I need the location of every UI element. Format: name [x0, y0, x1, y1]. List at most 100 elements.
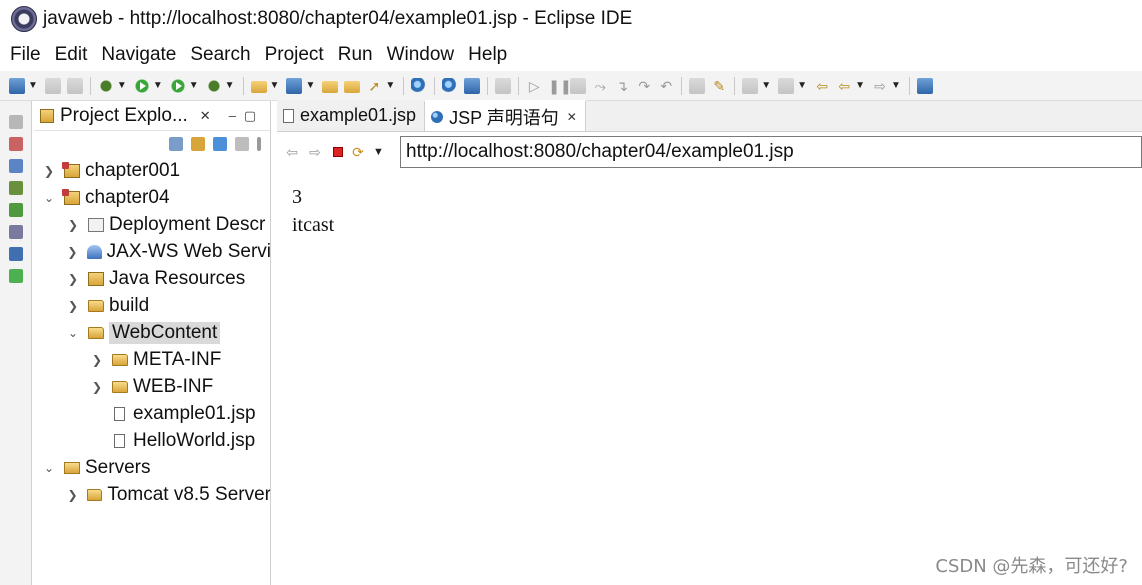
chevron-down-icon[interactable]: ⌄	[66, 326, 80, 340]
new-class-icon[interactable]	[286, 77, 303, 94]
chevron-right-icon[interactable]: ❯	[66, 272, 80, 286]
tree-item-chapter04[interactable]: ⌄ chapter04	[34, 184, 270, 211]
stop-icon[interactable]	[333, 147, 343, 157]
forward-dropdown-icon[interactable]: ▼	[891, 80, 901, 91]
resume-icon[interactable]: ▷	[526, 78, 542, 94]
servers-view-icon[interactable]	[8, 269, 23, 283]
properties-icon[interactable]	[8, 225, 23, 239]
skip-breakpoints-icon[interactable]	[495, 77, 512, 94]
external-tools-dropdown-icon[interactable]: ▼	[225, 80, 235, 91]
task-dropdown-icon[interactable]: ▼	[385, 80, 395, 91]
open-task-icon[interactable]: ➚	[366, 78, 382, 94]
coverage-dropdown-icon[interactable]: ▼	[189, 80, 199, 91]
menu-help[interactable]: Help	[461, 44, 514, 66]
next-annotation-dropdown-icon[interactable]: ▼	[761, 80, 771, 91]
open-resource-icon[interactable]	[344, 80, 361, 93]
minimize-maximize-icon[interactable]: –▢	[229, 108, 265, 124]
chevron-right-icon[interactable]: ❯	[66, 245, 79, 259]
step-return-icon[interactable]: ↶	[658, 78, 674, 94]
open-web-browser-icon[interactable]	[442, 77, 459, 94]
new-dropdown-icon[interactable]: ▼	[28, 80, 38, 91]
suspend-icon[interactable]: ❚❚	[548, 78, 571, 94]
close-icon[interactable]: ✕	[567, 110, 577, 124]
open-type-icon[interactable]	[322, 80, 339, 93]
back-icon[interactable]: ⇦	[836, 78, 852, 94]
new-class-dropdown-icon[interactable]: ▼	[305, 80, 315, 91]
toggle-comment-icon[interactable]	[689, 77, 706, 94]
run-dropdown-icon[interactable]: ▼	[153, 80, 163, 91]
menu-window[interactable]: Window	[380, 44, 462, 66]
type-hierarchy-icon[interactable]	[8, 181, 23, 195]
open-perspective-icon[interactable]	[916, 77, 933, 94]
forward-arrow-icon[interactable]: ⇨	[307, 144, 323, 160]
chevron-right-icon[interactable]: ❯	[42, 164, 56, 178]
package-explorer-icon[interactable]	[8, 137, 23, 151]
forward-icon[interactable]: ⇨	[872, 78, 888, 94]
tree-item-deployment-descriptor[interactable]: ❯ Deployment Descr	[34, 211, 270, 238]
back-arrow-icon[interactable]: ⇦	[284, 144, 300, 160]
menu-navigate[interactable]: Navigate	[94, 44, 183, 66]
menu-search[interactable]: Search	[183, 44, 257, 66]
focus-icon[interactable]	[235, 137, 249, 151]
back-dropdown-icon[interactable]: ▼	[855, 80, 865, 91]
last-edit-location-icon[interactable]: ⇦	[814, 78, 830, 94]
new-java-project-icon[interactable]	[250, 80, 267, 93]
terminate-icon[interactable]	[570, 77, 587, 94]
project-explorer-tab[interactable]: Project Explo... ✕ –▢	[34, 101, 270, 131]
previous-annotation-dropdown-icon[interactable]: ▼	[797, 80, 807, 91]
tree-item-tomcat-server[interactable]: ❯ Tomcat v8.5 Server	[34, 481, 270, 508]
tree-item-web-inf[interactable]: ❯ WEB-INF	[34, 373, 270, 400]
tree-item-servers[interactable]: ⌄ Servers	[34, 454, 270, 481]
tree-item-example01-jsp[interactable]: example01.jsp	[34, 400, 270, 427]
toggle-mark-icon[interactable]: ✎	[711, 78, 727, 94]
tree-item-build[interactable]: ❯ build	[34, 292, 270, 319]
tab-jsp-declaration[interactable]: JSP 声明语句 ✕	[424, 100, 586, 131]
disconnect-icon[interactable]: ⤳	[592, 78, 608, 94]
filter-icon[interactable]	[213, 137, 227, 151]
coverage-icon[interactable]	[169, 77, 186, 94]
tree-item-jax-ws[interactable]: ❯ JAX-WS Web Servi	[34, 238, 270, 265]
chevron-right-icon[interactable]: ❯	[66, 299, 80, 313]
restore-icon[interactable]	[8, 115, 23, 129]
console-icon[interactable]	[464, 77, 481, 94]
chevron-down-icon[interactable]: ⌄	[42, 461, 56, 475]
debug-icon[interactable]	[97, 77, 114, 94]
save-icon[interactable]	[44, 77, 61, 94]
console-view-icon[interactable]	[8, 247, 23, 261]
view-menu-icon[interactable]	[257, 137, 261, 151]
menu-file[interactable]: File	[3, 44, 48, 66]
close-icon[interactable]: ✕	[200, 108, 211, 124]
new-java-dropdown-icon[interactable]: ▼	[270, 80, 280, 91]
url-field[interactable]: http://localhost:8080/chapter04/example0…	[400, 136, 1142, 168]
next-annotation-icon[interactable]	[742, 77, 759, 94]
menu-project[interactable]: Project	[258, 44, 331, 66]
collapse-all-icon[interactable]	[169, 137, 183, 151]
tree-item-helloworld-jsp[interactable]: HelloWorld.jsp	[34, 427, 270, 454]
run-icon[interactable]	[133, 77, 150, 94]
previous-annotation-icon[interactable]	[778, 77, 795, 94]
step-into-icon[interactable]: ↴	[614, 78, 630, 94]
tree-item-chapter001[interactable]: ❯ chapter001	[34, 157, 270, 184]
link-with-editor-icon[interactable]	[191, 137, 205, 151]
chevron-right-icon[interactable]: ❯	[90, 380, 104, 394]
tree-item-meta-inf[interactable]: ❯ META-INF	[34, 346, 270, 373]
menu-edit[interactable]: Edit	[48, 44, 95, 66]
new-icon[interactable]	[9, 77, 25, 94]
web-browser-icon[interactable]	[411, 77, 428, 94]
chevron-right-icon[interactable]: ❯	[66, 218, 80, 232]
chevron-down-icon[interactable]: ⌄	[42, 191, 56, 205]
navigator-icon[interactable]	[8, 203, 23, 217]
chevron-right-icon[interactable]: ❯	[66, 488, 79, 502]
debug-dropdown-icon[interactable]: ▼	[117, 80, 127, 91]
tab-example01-jsp[interactable]: example01.jsp	[277, 100, 425, 131]
save-all-icon[interactable]	[66, 77, 83, 94]
refresh-icon[interactable]: ⟳	[350, 144, 366, 160]
tree-item-java-resources[interactable]: ❯ Java Resources	[34, 265, 270, 292]
chevron-right-icon[interactable]: ❯	[90, 353, 104, 367]
step-over-icon[interactable]: ↷	[636, 78, 652, 94]
external-tools-icon[interactable]	[205, 77, 222, 94]
menu-run[interactable]: Run	[331, 44, 380, 66]
tree-item-webcontent[interactable]: ⌄ WebContent	[34, 319, 270, 346]
chevron-down-icon[interactable]: ▼	[373, 144, 384, 160]
outline-icon[interactable]	[8, 159, 23, 173]
